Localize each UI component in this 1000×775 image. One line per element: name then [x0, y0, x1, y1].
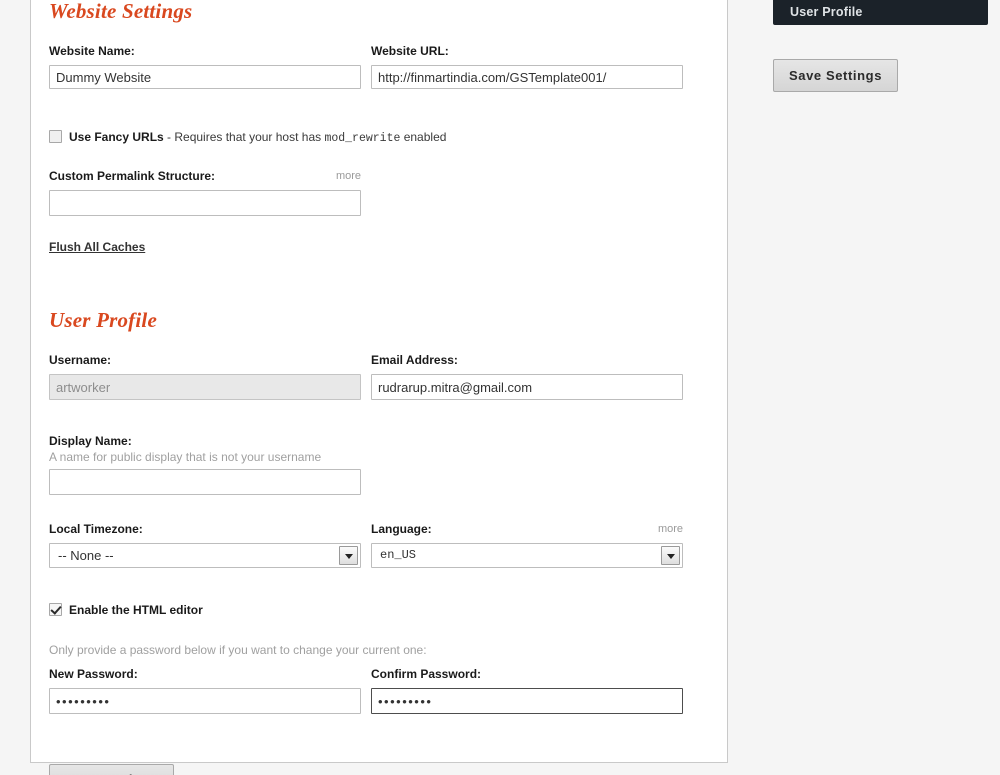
permalink-label: more Custom Permalink Structure:: [49, 169, 361, 184]
website-url-label: Website URL:: [371, 44, 449, 58]
new-password-field-group: New Password:: [49, 667, 361, 714]
new-password-input[interactable]: [49, 688, 361, 714]
save-settings-button[interactable]: Save Settings: [49, 764, 174, 775]
flush-caches-row: Flush All Caches: [49, 238, 709, 256]
html-editor-label-strong: Enable the HTML editor: [69, 603, 203, 617]
fancy-urls-row[interactable]: Use Fancy URLs - Requires that your host…: [49, 129, 709, 147]
website-name-field-group: Website Name:: [49, 44, 361, 89]
page-root: Website Settings Website Name: Website U…: [0, 0, 1000, 775]
display-name-field-group: Display Name: A name for public display …: [49, 434, 361, 495]
permalink-more-link[interactable]: more: [336, 169, 361, 184]
chevron-down-icon[interactable]: [661, 546, 680, 565]
right-sidebar: User Profile Save Settings: [773, 0, 988, 92]
display-name-hint: A name for public display that is not yo…: [49, 450, 322, 464]
website-name-input[interactable]: [49, 65, 361, 89]
main-content-panel: Website Settings Website Name: Website U…: [30, 0, 728, 775]
confirm-password-field-group: Confirm Password:: [371, 667, 683, 714]
fancy-urls-desc-after: enabled: [400, 130, 447, 144]
timezone-language-row: Local Timezone: -- None -- more Language…: [49, 522, 709, 578]
fancy-urls-label-strong: Use Fancy URLs: [69, 130, 164, 144]
fancy-urls-label: Use Fancy URLs - Requires that your host…: [69, 129, 446, 147]
timezone-field-group: Local Timezone: -- None --: [49, 522, 361, 568]
timezone-select[interactable]: -- None --: [49, 543, 361, 568]
user-profile-heading: User Profile: [49, 308, 157, 332]
html-editor-label: Enable the HTML editor: [69, 602, 203, 618]
confirm-password-input[interactable]: [371, 688, 683, 714]
flush-all-caches-link[interactable]: Flush All Caches: [49, 240, 145, 254]
display-name-input[interactable]: [49, 469, 361, 495]
password-row: New Password: Confirm Password:: [49, 667, 709, 723]
confirm-password-label: Confirm Password:: [371, 667, 482, 681]
language-select[interactable]: en_US: [371, 543, 683, 568]
new-password-label: New Password:: [49, 667, 138, 681]
email-field-group: Email Address:: [371, 353, 683, 400]
username-input: [49, 374, 361, 400]
language-selected-value: en_US: [380, 548, 417, 562]
sidebar-tab-user-profile[interactable]: User Profile: [773, 0, 988, 25]
language-field-group: more Language: en_US: [371, 522, 683, 568]
website-url-field-group: Website URL:: [371, 44, 683, 89]
website-name-label: Website Name:: [49, 44, 135, 58]
form-actions: Save Settings or Cancel: [49, 764, 709, 775]
fancy-urls-desc-before: - Requires that your host has: [163, 130, 325, 144]
language-more-link[interactable]: more: [658, 522, 683, 537]
mod-rewrite-code: mod_rewrite: [324, 132, 401, 145]
sidebar-save-settings-button[interactable]: Save Settings: [773, 59, 898, 92]
permalink-label-text: Custom Permalink Structure:: [49, 169, 216, 183]
username-label: Username:: [49, 353, 112, 367]
timezone-label: Local Timezone:: [49, 522, 143, 536]
username-email-row: Username: Email Address:: [49, 353, 709, 409]
display-name-label: Display Name:: [49, 434, 132, 448]
website-name-url-row: Website Name: Website URL:: [49, 44, 709, 100]
chevron-down-icon[interactable]: [339, 546, 358, 565]
html-editor-checkbox[interactable]: [49, 603, 62, 616]
website-settings-heading: Website Settings: [49, 0, 193, 23]
email-label: Email Address:: [371, 353, 458, 367]
permalink-field-group: more Custom Permalink Structure:: [49, 169, 361, 216]
fancy-urls-checkbox[interactable]: [49, 130, 62, 143]
timezone-selected-value: -- None --: [58, 548, 114, 563]
html-editor-row[interactable]: Enable the HTML editor: [49, 602, 709, 620]
username-field-group: Username:: [49, 353, 361, 400]
password-note: Only provide a password below if you wan…: [49, 643, 427, 657]
permalink-input[interactable]: [49, 190, 361, 216]
content-inner: Website Settings Website Name: Website U…: [49, 0, 709, 775]
email-input[interactable]: [371, 374, 683, 400]
language-label: more Language:: [371, 522, 683, 537]
language-label-text: Language:: [371, 522, 432, 536]
website-url-input[interactable]: [371, 65, 683, 89]
